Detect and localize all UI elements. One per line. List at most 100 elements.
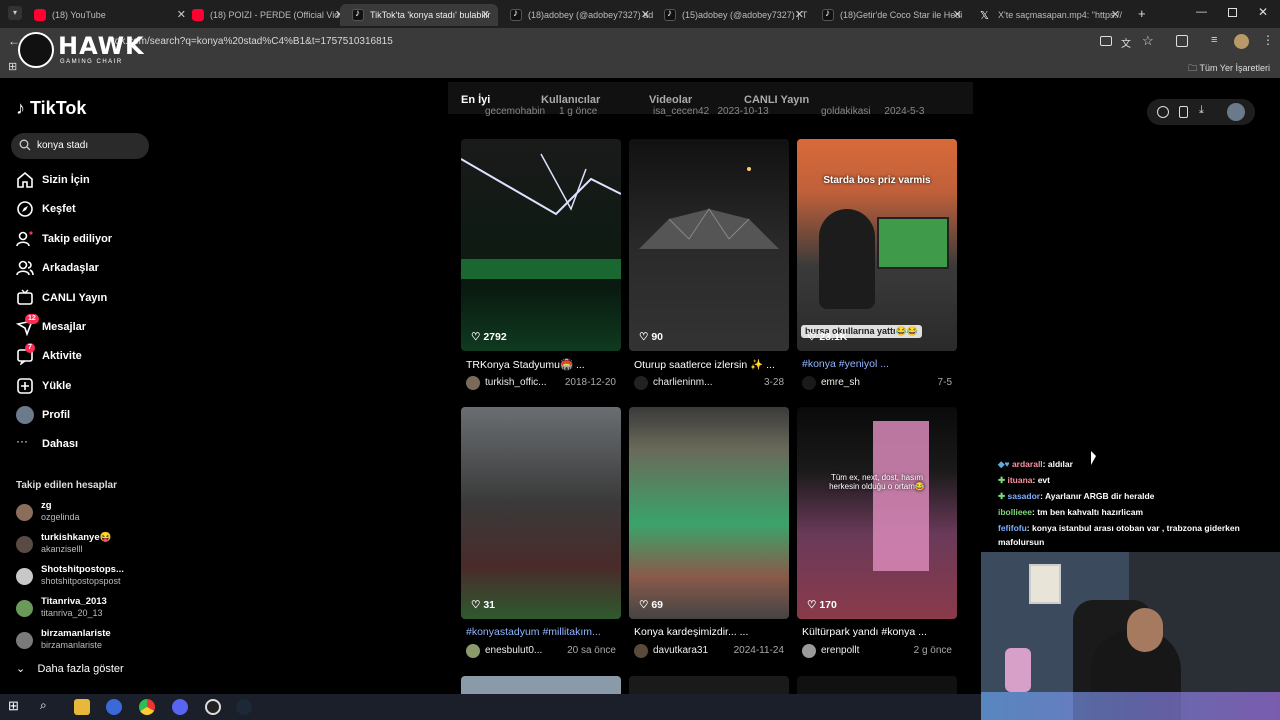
video-thumbnail[interactable] bbox=[797, 676, 957, 694]
nav-following[interactable]: Takip ediliyor bbox=[16, 227, 156, 251]
tab-top[interactable]: En İyi bbox=[461, 94, 490, 106]
video-caption[interactable]: Kültürpark yandı #konya ... bbox=[802, 626, 957, 638]
browser-tab-active[interactable]: TikTok'ta 'konya stadı' bulabilir✕ bbox=[340, 4, 498, 26]
avatar[interactable] bbox=[1227, 103, 1245, 121]
video-caption[interactable]: TRKonya Stadyumu🏟️ ... bbox=[466, 358, 621, 371]
windows-start-icon[interactable]: ⊞ bbox=[8, 698, 24, 714]
following-account[interactable]: zg ozgelinda bbox=[16, 500, 156, 528]
close-tab-icon[interactable]: ✕ bbox=[953, 8, 962, 21]
close-tab-icon[interactable]: ✕ bbox=[1111, 8, 1120, 21]
nav-more[interactable]: ··· Dahası bbox=[16, 432, 156, 456]
chat-message: ibollieee: tm ben kahvaltı hazırlicam bbox=[998, 507, 1144, 517]
obs-icon[interactable] bbox=[205, 699, 221, 715]
video-thumbnail[interactable]: ♡ 69 bbox=[629, 407, 789, 619]
show-more-button[interactable]: ⌄ Daha fazla göster bbox=[16, 662, 124, 675]
download-icon[interactable]: ⤓ bbox=[1199, 104, 1204, 117]
search-input[interactable]: konya stadı bbox=[11, 133, 149, 159]
following-icon bbox=[16, 231, 33, 247]
video-thumbnail[interactable] bbox=[461, 676, 621, 694]
video-thumbnail[interactable] bbox=[629, 676, 789, 694]
video-caption[interactable]: #konya #yeniyol ... bbox=[802, 358, 957, 370]
video-meta: enesbulut0... 20 sa önce bbox=[466, 643, 621, 659]
file-explorer-icon[interactable] bbox=[74, 699, 90, 715]
browser-tab[interactable]: (18) POIZI - PERDE (Official Vide✕ bbox=[180, 4, 352, 26]
nav-upload[interactable]: Yükle bbox=[16, 374, 156, 398]
avatar bbox=[16, 536, 33, 553]
compass-icon bbox=[17, 201, 33, 217]
video-caption[interactable]: Oturup saatlerce izlersin ✨ ... bbox=[634, 358, 789, 371]
following-account[interactable]: turkishkanye😝 akanziselll bbox=[16, 532, 156, 560]
install-icon[interactable] bbox=[1100, 36, 1112, 46]
video-thumbnail[interactable]: Tüm ex, next, dost, hasım herkesin olduğ… bbox=[797, 407, 957, 619]
restore-icon[interactable] bbox=[1228, 8, 1237, 17]
tab-live[interactable]: CANLI Yayın bbox=[744, 94, 809, 106]
nav-activity[interactable]: 7 Aktivite bbox=[16, 343, 156, 368]
activity-badge: 7 bbox=[25, 343, 35, 353]
video-overlay-text: Tüm ex, next, dost, hasım herkesin olduğ… bbox=[829, 473, 925, 491]
following-account[interactable]: birzamanlariste birzamanlariste bbox=[16, 628, 156, 656]
search-icon[interactable]: ⌕ bbox=[40, 698, 56, 714]
hawk-logo: HAWK GAMING CHAIR bbox=[18, 32, 144, 70]
nav-profile[interactable]: Profil bbox=[16, 403, 156, 427]
all-bookmarks[interactable]: 🗀 Tüm Yer İşaretleri bbox=[1188, 61, 1270, 77]
video-thumbnail[interactable]: ♡ 90 bbox=[629, 139, 789, 351]
close-tab-icon[interactable]: ✕ bbox=[795, 8, 804, 21]
new-tab-icon[interactable]: + bbox=[1138, 6, 1146, 21]
apps-icon[interactable]: ⊞ bbox=[8, 60, 17, 73]
close-window-icon[interactable]: ✕ bbox=[1258, 5, 1268, 19]
close-tab-icon[interactable]: ✕ bbox=[481, 8, 490, 21]
tab-users[interactable]: Kullanıcılar bbox=[541, 94, 600, 106]
browser-tab[interactable]: (18)adobey (@adobey7327) ad✕ bbox=[498, 4, 658, 26]
tab-videos[interactable]: Videolar bbox=[649, 94, 692, 106]
video-caption[interactable]: Konya kardeşimizdir... ... bbox=[634, 626, 789, 638]
media-icon[interactable]: ≡ bbox=[1211, 34, 1217, 46]
hawk-emblem-icon bbox=[18, 32, 54, 68]
nav-friends[interactable]: Arkadaşlar bbox=[16, 256, 156, 280]
tab-search-icon[interactable]: ▾ bbox=[8, 6, 22, 20]
tiktok-logo[interactable]: ♪ TikTok bbox=[16, 98, 86, 119]
minimize-icon[interactable]: — bbox=[1196, 6, 1207, 18]
tiktok-icon: ♪ bbox=[16, 98, 25, 118]
extensions-icon[interactable] bbox=[1176, 35, 1188, 47]
nav-messages[interactable]: 12 Mesajlar bbox=[16, 314, 156, 339]
more-icon: ··· bbox=[16, 434, 28, 448]
close-tab-icon[interactable]: ✕ bbox=[641, 8, 650, 21]
video-thumbnail[interactable]: Starda bos priz varmis bursa okullarına … bbox=[797, 139, 957, 351]
url-field[interactable]: tok.com/search?q=konya%20stad%C4%B1&t=17… bbox=[112, 36, 393, 47]
video-meta: davutkara31 2024-11-24 bbox=[634, 643, 789, 659]
building bbox=[873, 421, 929, 571]
browser-tab[interactable]: (15)adobey (@adobey7327) | T✕ bbox=[652, 4, 812, 26]
likes-count: ♡ 2792 bbox=[471, 331, 507, 343]
following-account[interactable]: Titanriva_2013 titanriva_20_13 bbox=[16, 596, 156, 624]
mouse-cursor bbox=[1091, 451, 1096, 465]
browser-tab[interactable]: (18) YouTube ✕ bbox=[22, 4, 194, 26]
bookmark-star-icon[interactable]: ☆ bbox=[1142, 33, 1154, 49]
video-thumbnail[interactable]: ♡ 31 bbox=[461, 407, 621, 619]
video-thumbnail[interactable]: ♡ 2792 bbox=[461, 139, 621, 351]
video-caption[interactable]: #konyastadyum #millitakım... bbox=[466, 626, 621, 638]
nav-live[interactable]: CANLI Yayın bbox=[16, 286, 156, 310]
discord-icon[interactable] bbox=[172, 699, 188, 715]
steam-icon[interactable] bbox=[236, 699, 252, 715]
chat-message: fefifofu: konya istanbul arası otoban va… bbox=[998, 523, 1240, 533]
menu-icon[interactable]: ⋮ bbox=[1262, 33, 1274, 47]
scan-icon[interactable] bbox=[1157, 106, 1169, 118]
avatar bbox=[466, 644, 480, 658]
browser-tab[interactable]: (18)Getir'de Coco Star ile Hedi✕ bbox=[810, 4, 970, 26]
figurine bbox=[1005, 648, 1031, 692]
chrome-icon[interactable] bbox=[139, 699, 155, 715]
likes-count: ♡ 90 bbox=[639, 331, 664, 343]
avatar[interactable] bbox=[1234, 34, 1249, 49]
avatar bbox=[16, 632, 33, 649]
avatar bbox=[802, 376, 816, 390]
search-icon bbox=[19, 139, 31, 151]
browser-tab[interactable]: 𝕏 X'te saçmasapan.mp4: "https://✕ bbox=[968, 4, 1128, 26]
translate-icon[interactable]: 文 bbox=[1121, 35, 1131, 50]
following-account[interactable]: Shotshitpostops... shotshitpostopspost bbox=[16, 564, 156, 592]
app-icon[interactable] bbox=[106, 699, 122, 715]
nav-for-you[interactable]: Sizin İçin bbox=[16, 168, 156, 192]
nav-explore[interactable]: Keşfet bbox=[16, 197, 156, 221]
badge-icon: ◆♥ bbox=[998, 459, 1012, 469]
phone-icon[interactable] bbox=[1179, 106, 1188, 118]
wall-frame bbox=[1029, 564, 1061, 604]
